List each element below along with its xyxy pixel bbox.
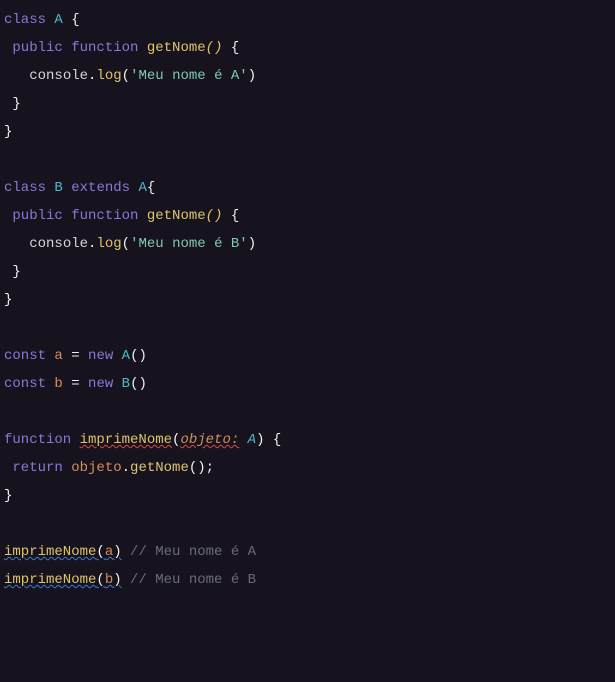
- code-line: }: [4, 264, 21, 280]
- code-token: =: [71, 348, 88, 364]
- code-token: getNome: [147, 40, 206, 56]
- code-token: log: [96, 68, 121, 84]
- code-token: }: [4, 488, 12, 504]
- code-line: }: [4, 124, 12, 140]
- code-token: b: [105, 572, 113, 588]
- code-line: public function getNome() {: [4, 208, 239, 224]
- code-token: class: [4, 180, 54, 196]
- code-token: [122, 572, 130, 588]
- code-token: {: [71, 12, 79, 28]
- code-token: }: [4, 292, 12, 308]
- code-token: 'Meu nome é B': [130, 236, 248, 252]
- code-token: }: [4, 264, 21, 280]
- code-token: [239, 432, 247, 448]
- code-token: class: [4, 12, 54, 28]
- code-line: }: [4, 488, 12, 504]
- code-token: B: [122, 376, 130, 392]
- code-token: (): [206, 40, 223, 56]
- code-token: ): [248, 236, 256, 252]
- code-token: const: [4, 348, 54, 364]
- code-token: // Meu nome é B: [130, 572, 256, 588]
- code-token: (: [96, 544, 104, 560]
- code-token: ): [248, 68, 256, 84]
- code-token: new: [88, 348, 122, 364]
- code-token: (: [122, 68, 130, 84]
- code-token: [4, 236, 29, 252]
- code-line: console.log('Meu nome é A'): [4, 68, 256, 84]
- code-token: (): [206, 208, 223, 224]
- code-token: return: [12, 460, 71, 476]
- code-line: return objeto.getNome();: [4, 460, 214, 476]
- code-token: }: [4, 96, 21, 112]
- code-token: function: [4, 432, 80, 448]
- code-token: function: [71, 40, 147, 56]
- code-token: const: [4, 376, 54, 392]
- code-line: imprimeNome(b) // Meu nome é B: [4, 572, 256, 588]
- code-token: extends: [71, 180, 138, 196]
- code-token: A: [138, 180, 146, 196]
- code-token: =: [71, 376, 88, 392]
- code-token: B: [54, 180, 71, 196]
- code-token: objeto:: [180, 432, 239, 448]
- code-token: {: [264, 432, 281, 448]
- code-token: a: [54, 348, 71, 364]
- code-token: (: [122, 236, 130, 252]
- code-line: public function getNome() {: [4, 40, 239, 56]
- code-token: // Meu nome é A: [130, 544, 256, 560]
- code-line: function imprimeNome(objeto: A) {: [4, 432, 281, 448]
- code-token: objeto: [71, 460, 121, 476]
- code-token: console: [29, 68, 88, 84]
- code-line: const b = new B(): [4, 376, 147, 392]
- code-line: class A {: [4, 12, 80, 28]
- code-token: ): [113, 544, 121, 560]
- code-token: imprimeNome: [80, 432, 172, 448]
- code-token: getNome: [147, 208, 206, 224]
- code-token: 'Meu nome é A': [130, 68, 248, 84]
- code-token: imprimeNome: [4, 572, 96, 588]
- code-token: [4, 68, 29, 84]
- code-token: ): [113, 572, 121, 588]
- code-token: getNome: [130, 460, 189, 476]
- code-line: }: [4, 96, 21, 112]
- code-line: class B extends A{: [4, 180, 155, 196]
- code-token: A: [122, 348, 130, 364]
- code-token: a: [105, 544, 113, 560]
- code-token: function: [71, 208, 147, 224]
- code-token: (): [130, 376, 147, 392]
- code-token: (: [96, 572, 104, 588]
- code-token: [122, 544, 130, 560]
- code-token: new: [88, 376, 122, 392]
- code-token: (): [130, 348, 147, 364]
- code-line: const a = new A(): [4, 348, 147, 364]
- code-token: {: [222, 40, 239, 56]
- code-token: .: [122, 460, 130, 476]
- code-token: ();: [189, 460, 214, 476]
- code-token: b: [54, 376, 71, 392]
- code-editor-content[interactable]: class A { public function getNome() { co…: [0, 0, 615, 600]
- code-token: log: [96, 236, 121, 252]
- code-token: A: [248, 432, 256, 448]
- code-token: {: [147, 180, 155, 196]
- code-line: imprimeNome(a) // Meu nome é A: [4, 544, 256, 560]
- code-token: imprimeNome: [4, 544, 96, 560]
- code-token: console: [29, 236, 88, 252]
- code-line: console.log('Meu nome é B'): [4, 236, 256, 252]
- code-line: }: [4, 292, 12, 308]
- code-token: A: [54, 12, 71, 28]
- code-token: public: [12, 208, 71, 224]
- code-token: public: [12, 40, 71, 56]
- code-token: {: [222, 208, 239, 224]
- code-token: }: [4, 124, 12, 140]
